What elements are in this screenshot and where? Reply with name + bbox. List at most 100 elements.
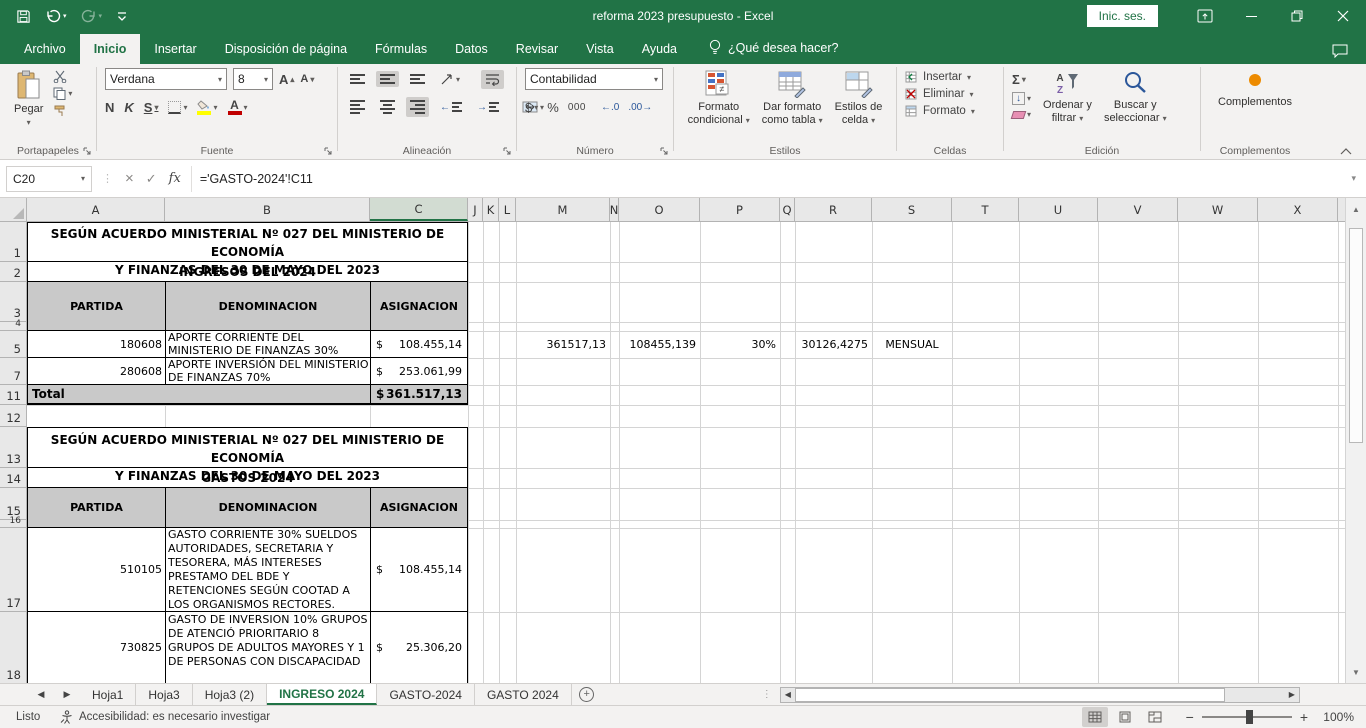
font-dialog-launcher[interactable] <box>324 147 333 156</box>
comment-icon[interactable] <box>1332 44 1348 64</box>
zoom-in-icon[interactable]: + <box>1300 709 1308 725</box>
tab-formulas[interactable]: Fórmulas <box>361 34 441 64</box>
align-left-icon[interactable] <box>346 97 369 117</box>
decrease-indent-icon[interactable]: ← <box>436 99 466 116</box>
clear-button[interactable]: ▾ <box>1012 110 1031 119</box>
tab-inicio[interactable]: Inicio <box>80 34 141 64</box>
cell-B18[interactable]: GASTO DE INVERSION 10% GRUPOS DE ATENCIÓ… <box>166 612 371 683</box>
tab-ayuda[interactable]: Ayuda <box>628 34 691 64</box>
cell-ingresos-title[interactable]: INGRESOS DEL 2024 <box>28 262 467 281</box>
page-break-view-icon[interactable] <box>1142 707 1168 727</box>
row-header-12[interactable]: 12 <box>0 405 26 427</box>
delete-cells-button[interactable]: Eliminar▾ <box>905 88 974 100</box>
expand-formula-bar-icon[interactable]: ▾ <box>1341 173 1366 184</box>
save-icon[interactable] <box>16 9 31 24</box>
col-header-J[interactable]: J <box>468 198 483 221</box>
scroll-right-icon[interactable]: ▶ <box>1285 690 1299 699</box>
addins-button[interactable]: Complementos <box>1212 68 1298 111</box>
sheet-nav-right-icon[interactable]: ▶ <box>54 684 80 705</box>
fill-color-button[interactable]: ▾ <box>197 100 217 115</box>
font-color-button[interactable]: A ▾ <box>228 100 248 115</box>
page-layout-view-icon[interactable] <box>1112 707 1138 727</box>
cell-styles-button[interactable]: Estilos de celda ▾ <box>829 68 889 129</box>
add-sheet-icon[interactable]: + <box>572 684 602 705</box>
formula-input[interactable]: ='GASTO-2024'!C11 <box>191 166 1342 192</box>
row-header-7[interactable]: 7 <box>0 358 26 385</box>
cell-P5[interactable]: 30% <box>700 331 780 358</box>
tab-splitter-handle[interactable]: ⋮ <box>762 684 772 705</box>
cell-A7[interactable]: 280608 <box>28 358 166 384</box>
sheet-tab-hoja3[interactable]: Hoja3 <box>136 684 192 705</box>
close-button[interactable] <box>1320 0 1366 32</box>
zoom-out-icon[interactable]: − <box>1186 709 1194 725</box>
sheet-tab-gasto-2024b[interactable]: GASTO 2024 <box>475 684 572 705</box>
align-top-icon[interactable] <box>346 71 369 87</box>
col-header-R[interactable]: R <box>795 198 872 221</box>
col-header-L[interactable]: L <box>499 198 516 221</box>
font-name-combo[interactable]: Verdana▾ <box>105 68 227 90</box>
col-header-X[interactable]: X <box>1258 198 1338 221</box>
cells-area[interactable]: 361517,13 108455,139 30% 30126,4275 MENS… <box>27 222 1345 683</box>
align-center-icon[interactable] <box>376 97 399 117</box>
number-dialog-launcher[interactable] <box>660 147 669 156</box>
zoom-percentage[interactable]: 100% <box>1316 710 1354 724</box>
scroll-down-icon[interactable]: ▼ <box>1346 661 1366 683</box>
clipboard-dialog-launcher[interactable] <box>83 147 92 156</box>
sheet-tab-hoja1[interactable]: Hoja1 <box>80 684 136 705</box>
customize-qat-icon[interactable] <box>116 10 128 22</box>
sheet-tab-hoja3-2[interactable]: Hoja3 (2) <box>193 684 267 705</box>
row-header-3[interactable]: 3 <box>0 282 26 322</box>
align-middle-icon[interactable] <box>376 71 399 87</box>
increase-indent-icon[interactable]: → <box>473 99 503 116</box>
ingresos-title-block[interactable]: SEGÚN ACUERDO MINISTERIAL Nº 027 DEL MIN… <box>27 222 468 282</box>
format-as-table-button[interactable]: Dar formato como tabla ▾ <box>756 68 829 129</box>
row-header-2[interactable]: 2 <box>0 262 26 282</box>
undo-icon[interactable]: ▾ <box>45 9 67 23</box>
row-header-17[interactable]: 17 <box>0 528 26 612</box>
align-right-icon[interactable] <box>406 97 429 117</box>
row-header-14[interactable]: 14 <box>0 468 26 488</box>
comma-format-button[interactable]: 000 <box>568 102 586 113</box>
decrease-decimal-button[interactable]: .00→ <box>628 102 652 113</box>
cell-C7[interactable]: $ 253.061,99 <box>371 358 467 384</box>
scroll-up-icon[interactable]: ▲ <box>1346 198 1366 220</box>
zoom-slider-thumb[interactable] <box>1246 710 1253 724</box>
underline-button[interactable]: S▾ <box>144 100 159 115</box>
col-header-N[interactable]: N <box>610 198 619 221</box>
redo-icon[interactable]: ▾ <box>81 9 103 23</box>
cell-S5[interactable]: MENSUAL <box>872 331 952 358</box>
tab-revisar[interactable]: Revisar <box>502 34 572 64</box>
restore-button[interactable] <box>1274 0 1320 32</box>
tab-vista[interactable]: Vista <box>572 34 628 64</box>
col-header-Q[interactable]: Q <box>780 198 795 221</box>
paste-button[interactable]: Pegar ▾ <box>8 68 49 131</box>
collapse-ribbon-icon[interactable] <box>1340 147 1352 155</box>
percent-format-button[interactable]: % <box>547 100 559 115</box>
col-header-O[interactable]: O <box>619 198 700 221</box>
scroll-left-icon[interactable]: ◀ <box>781 690 795 699</box>
gastos-title-block[interactable]: SEGÚN ACUERDO MINISTERIAL Nº 027 DEL MIN… <box>27 427 468 488</box>
cell-partida-header[interactable]: PARTIDA <box>28 282 166 330</box>
tab-disposicion[interactable]: Disposición de página <box>211 34 361 64</box>
row-header-4[interactable]: 4 <box>0 322 26 331</box>
cell-C11[interactable]: $ 361.517,13 <box>371 385 467 403</box>
cell-gastos-title[interactable]: GASTOS 2024 <box>28 468 467 487</box>
cell-R5[interactable]: 30126,4275 <box>795 331 872 358</box>
align-bottom-icon[interactable] <box>406 71 429 87</box>
col-header-C[interactable]: C <box>370 198 468 221</box>
cell-asignacion-header-2[interactable]: ASIGNACION <box>371 488 467 527</box>
alignment-dialog-launcher[interactable] <box>503 147 512 156</box>
cell-C18[interactable]: $ 25.306,20 <box>371 612 467 683</box>
sheet-nav-left-icon[interactable]: ◀ <box>28 684 54 705</box>
find-select-button[interactable]: Buscar y seleccionar ▾ <box>1098 68 1173 127</box>
cancel-icon[interactable]: × <box>125 170 134 187</box>
number-format-combo[interactable]: Contabilidad▾ <box>525 68 663 90</box>
col-header-W[interactable]: W <box>1178 198 1258 221</box>
fill-button[interactable]: ↓▾ <box>1012 92 1031 105</box>
autosum-button[interactable]: Σ▾ <box>1012 72 1031 87</box>
cell-O5[interactable]: 108455,139 <box>619 331 700 358</box>
sign-in-button[interactable]: Inic. ses. <box>1087 5 1158 27</box>
cell-A17[interactable]: 510105 <box>28 528 166 611</box>
shrink-font-button[interactable]: A▾ <box>300 73 314 85</box>
borders-button[interactable]: ▾ <box>168 101 187 114</box>
